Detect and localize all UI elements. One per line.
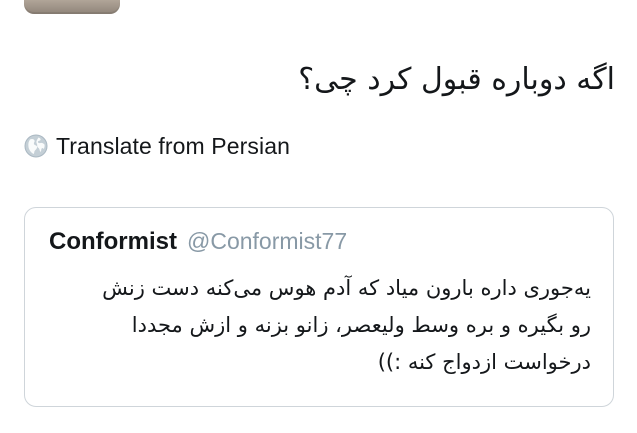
quoted-text-line: درخواست ازدواج کنه :)) — [377, 350, 591, 374]
quoted-tweet-header: Conformist @Conformist77 — [49, 228, 347, 256]
quoted-tweet-text: یه‌جوری داره بارون میاد که آدم هوس می‌کن… — [41, 270, 591, 381]
quoted-author-handle: @Conformist77 — [187, 228, 348, 254]
avatar[interactable] — [24, 0, 120, 14]
tweet-text: اگه دوباره قبول کرد چی؟ — [298, 62, 615, 97]
tweet-detail: اگه دوباره قبول کرد چی؟ Translate from P… — [0, 0, 637, 433]
globe-icon — [24, 134, 48, 158]
quoted-text-line: رو بگیره و بره وسط ولیعصر، زانو بزنه و ا… — [131, 313, 591, 337]
translate-label: Translate from Persian — [56, 132, 290, 159]
quoted-text-line: یه‌جوری داره بارون میاد که آدم هوس می‌کن… — [102, 276, 591, 300]
translate-link[interactable]: Translate from Persian — [24, 130, 290, 162]
quoted-tweet-card[interactable]: Conformist @Conformist77 یه‌جوری داره با… — [24, 207, 614, 407]
quoted-author-name: Conformist — [49, 228, 177, 255]
